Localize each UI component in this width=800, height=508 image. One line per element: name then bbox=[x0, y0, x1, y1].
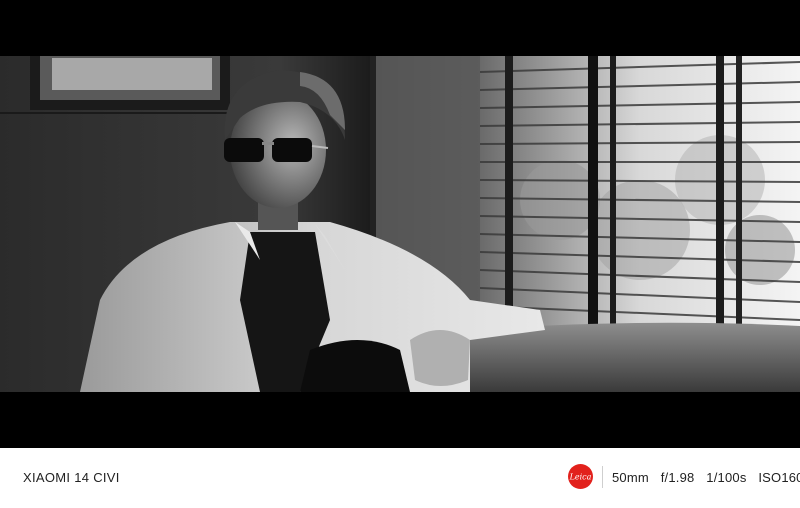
svg-text:Leica: Leica bbox=[569, 473, 592, 482]
exif-info: 50mm f/1.98 1/100s ISO160 bbox=[612, 470, 800, 485]
exif-iso: ISO160 bbox=[758, 470, 800, 485]
watermark-bar: XIAOMI 14 CIVI Leica 50mm f/1.98 1/100s … bbox=[0, 448, 800, 508]
leica-logo-icon: Leica bbox=[568, 464, 593, 489]
exif-shutter: 1/100s bbox=[706, 470, 747, 485]
exif-aperture: f/1.98 bbox=[660, 470, 695, 485]
device-name: XIAOMI 14 CIVI bbox=[23, 470, 120, 485]
exif-focal-length: 50mm bbox=[612, 470, 649, 485]
photo-image bbox=[0, 0, 800, 448]
divider bbox=[602, 466, 603, 488]
photo bbox=[0, 0, 800, 448]
